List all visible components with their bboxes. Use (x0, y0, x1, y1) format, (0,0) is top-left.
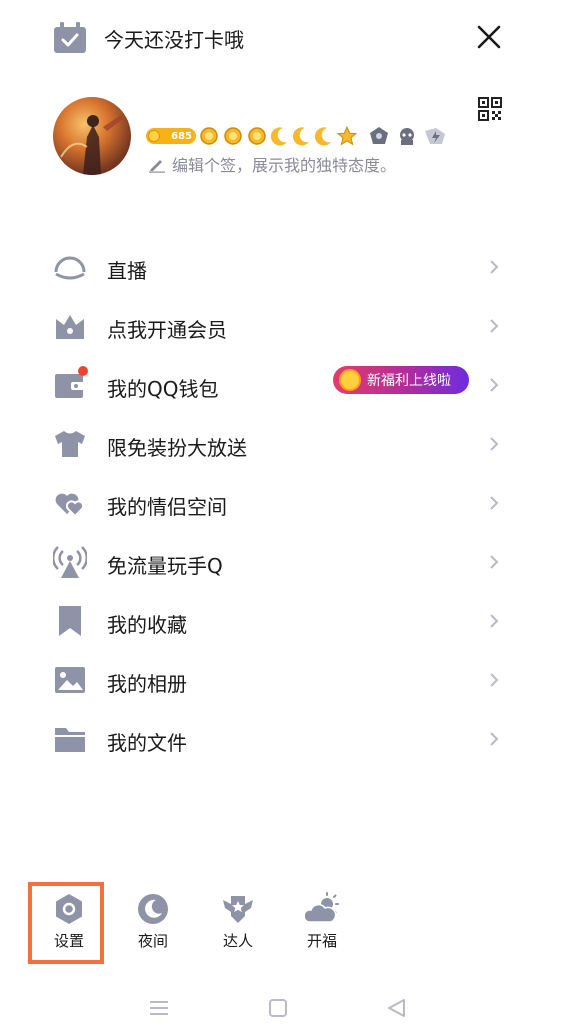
avatar[interactable] (53, 97, 131, 175)
moon-level-icon (270, 127, 287, 146)
robot-badge-icon (370, 127, 388, 144)
signal-tower-icon (53, 546, 87, 578)
photo-icon (55, 667, 85, 693)
menu-item-label: 我的相册 (107, 672, 187, 696)
folder-icon (55, 728, 85, 752)
qr-code-icon[interactable] (478, 97, 502, 121)
lightning-badge-icon (425, 128, 445, 144)
menu-item-label: 我的文件 (107, 731, 187, 755)
level-number: 685 (171, 130, 192, 142)
chevron-right-icon (490, 496, 499, 510)
menu-item-couple-space[interactable]: 我的情侣空间 (0, 474, 569, 533)
star-level-icon (336, 125, 358, 146)
menu-item-wallet[interactable]: 我的QQ钱包 新福利上线啦 (0, 356, 569, 415)
bottom-label: 夜间 (137, 932, 168, 950)
sun-cloud-icon (305, 892, 339, 923)
home-icon[interactable] (265, 997, 291, 1019)
close-icon[interactable] (476, 24, 502, 50)
menu-item-files[interactable]: 我的文件 (0, 710, 569, 769)
chevron-right-icon (490, 614, 499, 628)
menu-item-label: 我的QQ钱包 (107, 377, 219, 401)
live-icon (54, 256, 86, 280)
chevron-right-icon (490, 437, 499, 451)
menu-item-label: 直播 (107, 259, 147, 283)
menu-item-vip[interactable]: 点我开通会员 (0, 297, 569, 356)
avatar-image (60, 115, 123, 175)
pencil-icon (149, 160, 165, 173)
menu-item-label: 免流量玩手Q (107, 554, 223, 578)
menu-item-label: 我的收藏 (107, 613, 187, 637)
sun-level-icon (224, 127, 242, 145)
menu-item-label: 我的情侣空间 (107, 495, 227, 519)
chevron-right-icon (490, 673, 499, 687)
chevron-right-icon (490, 319, 499, 333)
moon-level-icon (292, 127, 309, 146)
menu-item-album[interactable]: 我的相册 (0, 651, 569, 710)
system-nav-bar (0, 985, 569, 1032)
coin-bag-icon (339, 369, 361, 391)
couple-hearts-icon (55, 493, 85, 518)
calendar-check-icon[interactable] (53, 22, 87, 54)
menu-icon[interactable] (146, 997, 172, 1019)
chevron-right-icon (490, 378, 499, 392)
notification-dot (78, 366, 88, 376)
menu-item-label: 点我开通会员 (107, 318, 227, 342)
settings-highlight-box (28, 882, 104, 964)
signature-row[interactable]: 编辑个签，展示我的独特态度。 (148, 152, 396, 176)
expert-button[interactable]: 达人 (203, 892, 273, 972)
promo-badge[interactable]: 新福利上线啦 (333, 366, 469, 394)
back-icon[interactable] (384, 997, 410, 1019)
robot-badge-icon (400, 128, 414, 145)
top-bar: 今天还没打卡哦 (0, 0, 569, 80)
checkin-text[interactable]: 今天还没打卡哦 (104, 24, 244, 53)
sun-level-icon (248, 127, 266, 145)
blessing-button[interactable]: 开福 (287, 892, 357, 972)
menu-item-label: 限免装扮大放送 (107, 436, 247, 460)
promo-text: 新福利上线啦 (367, 373, 451, 389)
menu-item-favorites[interactable]: 我的收藏 (0, 592, 569, 651)
winged-badge-icon (223, 896, 253, 923)
chevron-right-icon (490, 555, 499, 569)
bottom-label: 开福 (306, 932, 337, 950)
menu-item-dress-up[interactable]: 限免装扮大放送 (0, 415, 569, 474)
signature-text: 编辑个签，展示我的独特态度。 (172, 156, 397, 175)
menu-item-live[interactable]: 直播 (0, 238, 569, 297)
level-badges[interactable]: 685 (146, 125, 448, 147)
chevron-right-icon (490, 732, 499, 746)
moon-icon (138, 894, 168, 924)
bookmark-icon (59, 606, 81, 636)
bottom-label: 达人 (222, 932, 253, 950)
vip-crown-icon (56, 315, 84, 339)
level-badge: 685 (146, 128, 196, 144)
chevron-right-icon (490, 260, 499, 274)
tshirt-icon (55, 431, 85, 457)
night-mode-button[interactable]: 夜间 (118, 892, 188, 972)
menu-item-free-data[interactable]: 免流量玩手Q (0, 533, 569, 592)
moon-level-icon (314, 127, 331, 146)
sun-level-icon (200, 127, 218, 145)
